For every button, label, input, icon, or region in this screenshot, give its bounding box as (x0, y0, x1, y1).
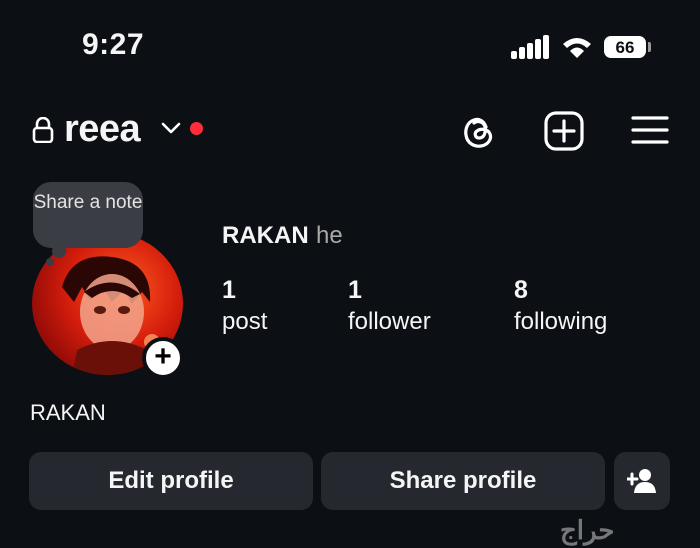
following-label[interactable]: following (514, 308, 607, 336)
add-story-button[interactable]: + (142, 337, 184, 379)
battery-tip (648, 42, 651, 52)
cellular-signal-icon (511, 35, 549, 59)
following-count[interactable]: 8 (514, 276, 528, 305)
note-bubble-tail-small (46, 258, 54, 266)
profile-display-name: RAKAN (30, 400, 106, 425)
lock-icon (32, 117, 54, 143)
account-username[interactable]: reea (64, 108, 141, 151)
discover-people-button[interactable] (614, 452, 670, 510)
add-person-icon (625, 469, 656, 493)
profile-pronouns: he (316, 222, 343, 249)
status-time: 9:27 (82, 28, 145, 61)
edit-profile-button[interactable]: Edit profile (29, 452, 313, 510)
chevron-down-icon[interactable] (160, 120, 182, 136)
watermark-logo: حراج (560, 515, 615, 545)
notification-dot (190, 122, 203, 135)
share-note-bubble[interactable]: Share a note (33, 182, 143, 248)
threads-icon[interactable] (457, 110, 499, 152)
followers-count[interactable]: 1 (348, 276, 362, 305)
note-bubble-tail (52, 244, 66, 258)
followers-label[interactable]: follower (348, 308, 431, 336)
hamburger-menu-icon[interactable] (631, 114, 669, 146)
wifi-icon (563, 38, 591, 58)
profile-full-name: RAKAN (222, 222, 309, 249)
posts-count[interactable]: 1 (222, 276, 236, 305)
battery-indicator: 66 (604, 36, 646, 58)
share-profile-button[interactable]: Share profile (321, 452, 605, 510)
plus-square-icon[interactable] (543, 110, 585, 152)
posts-label[interactable]: post (222, 308, 267, 336)
